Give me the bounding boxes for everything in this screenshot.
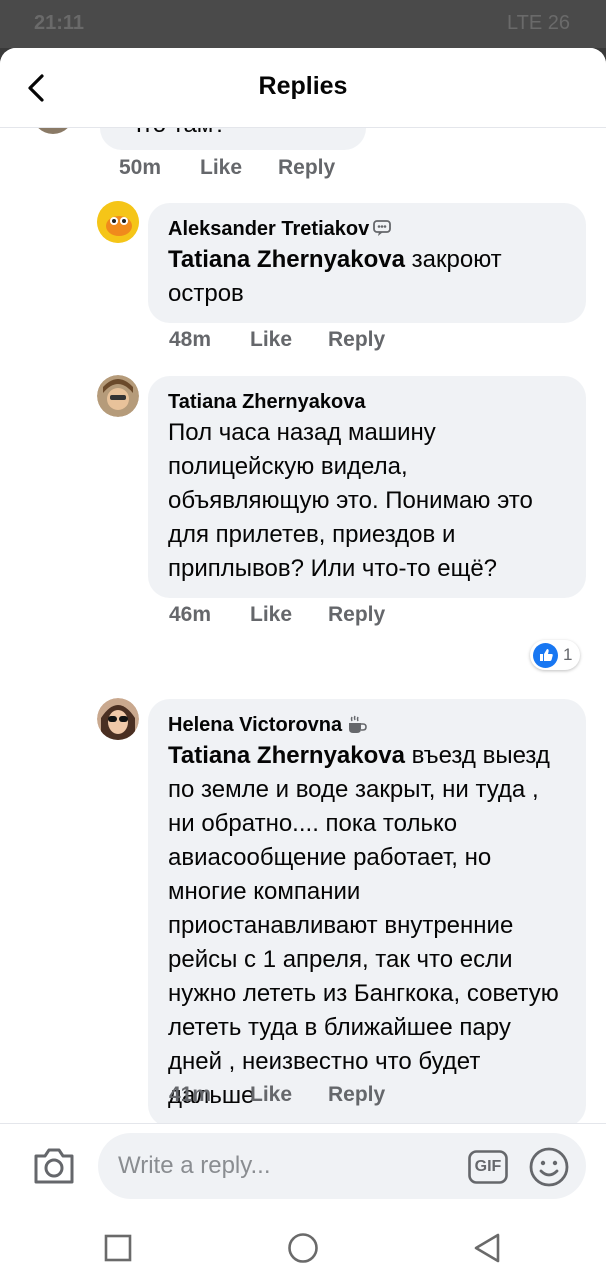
comment-time: 46m (169, 603, 212, 626)
emoji-smile-icon (529, 1147, 569, 1187)
reply-composer: GIF (0, 1123, 606, 1208)
gif-button[interactable]: GIF (468, 1150, 508, 1184)
comment-author[interactable]: Aleksander Tretiakov (168, 215, 566, 243)
reply-link[interactable]: Reply (328, 603, 385, 627)
replies-list[interactable]: Что там? 50m Like Reply Aleksander Tr (0, 128, 606, 1123)
reaction-count: 1 (563, 645, 573, 664)
page-title: Replies (258, 72, 348, 100)
avatar[interactable] (97, 375, 139, 417)
avatar[interactable] (32, 128, 74, 134)
like-link[interactable]: Like (250, 603, 328, 627)
reply-link[interactable]: Reply (328, 1083, 385, 1107)
like-link[interactable]: Like (200, 156, 278, 180)
avatar-image (97, 375, 139, 417)
status-bar: 21:11 LTE 26 (0, 0, 606, 48)
comment-actions: 46m Like Reply (169, 603, 385, 627)
coffee-cup-icon (349, 715, 367, 733)
replies-sheet: Replies Что там? 50m Like Reply (0, 48, 606, 1280)
author-name[interactable]: Tatiana Zhernyakova (168, 388, 365, 416)
circle-icon (288, 1233, 318, 1263)
comment-actions: 50m Like Reply (119, 156, 335, 180)
status-indicators: LTE 26 (507, 12, 570, 34)
comment-time: 41m (169, 1083, 212, 1106)
reaction-summary[interactable]: 1 (530, 640, 581, 670)
back-nav-button[interactable] (467, 1228, 507, 1268)
comment-time: 50m (119, 156, 162, 179)
comment-bubble: Aleksander Tretiakov Tatiana Zhernyakova… (148, 203, 586, 323)
square-icon (104, 1234, 132, 1262)
recent-apps-button[interactable] (98, 1228, 138, 1268)
author-name[interactable]: Aleksander Tretiakov (168, 215, 369, 243)
comment-text: Tatiana Zhernyakova закроют остров (168, 243, 566, 311)
comment-actions: 41m Like Reply (169, 1083, 385, 1107)
home-button[interactable] (283, 1228, 323, 1268)
author-name[interactable]: Helena Victorovna (168, 711, 342, 739)
chat-bubble-icon (373, 220, 392, 236)
like-link[interactable]: Like (250, 328, 328, 352)
android-nav-bar (0, 1208, 606, 1280)
avatar-image (97, 698, 139, 740)
avatar[interactable] (97, 698, 139, 740)
thumbs-up-icon (533, 642, 558, 668)
emoji-button[interactable] (528, 1146, 570, 1188)
reply-link[interactable]: Reply (328, 328, 385, 352)
camera-button[interactable] (32, 1146, 76, 1186)
comment-bubble: Tatiana Zhernyakova Пол часа назад машин… (148, 376, 586, 598)
camera-icon (34, 1148, 74, 1184)
comment-text: Пол часа назад машину полицейскую видела… (168, 419, 533, 582)
comment-body: въезд выезд по земле и воде закрыт, ни т… (168, 742, 559, 1109)
header: Replies (0, 48, 606, 128)
status-time: 21:11 (34, 12, 85, 34)
comment-author[interactable]: Helena Victorovna (168, 711, 566, 739)
avatar-image (97, 201, 139, 243)
comment-bubble: Helena Victorovna Tatiana Zhernyakova въ… (148, 699, 586, 1123)
like-link[interactable]: Like (250, 1083, 328, 1107)
comment-author[interactable]: Tatiana Zhernyakova (168, 388, 566, 416)
comment-text: Что там? (126, 128, 227, 142)
comment-time: 48m (169, 328, 212, 351)
comment-text: Tatiana Zhernyakova въезд выезд по земле… (168, 739, 566, 1113)
comment-bubble: Что там? (100, 128, 366, 150)
reply-input[interactable] (98, 1133, 586, 1199)
avatar[interactable] (97, 201, 139, 243)
triangle-back-icon (474, 1233, 500, 1263)
gif-label: GIF (474, 1158, 502, 1175)
comment-actions: 48m Like Reply (169, 328, 385, 352)
mention-link[interactable]: Tatiana Zhernyakova (168, 246, 405, 273)
mention-link[interactable]: Tatiana Zhernyakova (168, 742, 405, 769)
reply-link[interactable]: Reply (278, 156, 335, 180)
